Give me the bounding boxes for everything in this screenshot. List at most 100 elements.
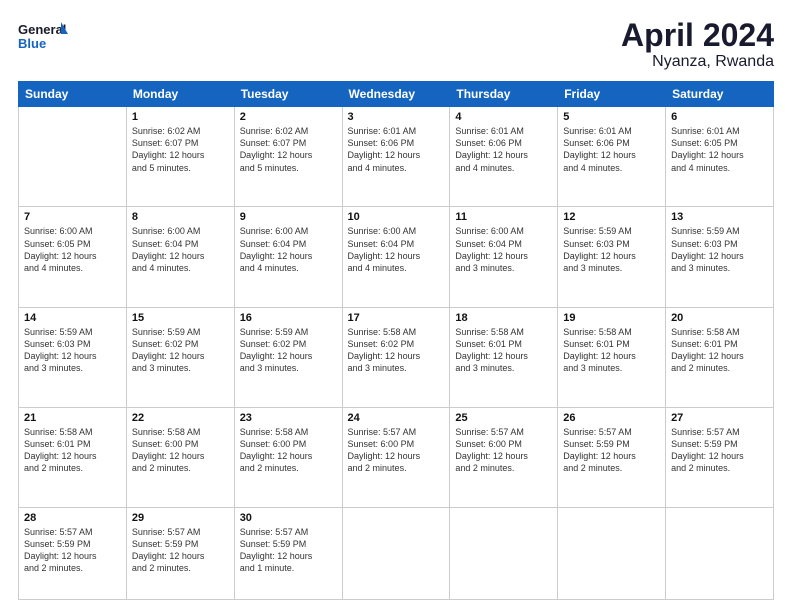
day-number: 9 xyxy=(240,211,337,223)
day-info: Sunrise: 5:58 AMSunset: 6:01 PMDaylight:… xyxy=(24,427,97,473)
table-row: 11 Sunrise: 6:00 AMSunset: 6:04 PMDayligh… xyxy=(450,207,558,307)
svg-text:General: General xyxy=(18,22,66,37)
table-row: 21 Sunrise: 5:58 AMSunset: 6:01 PMDayligh… xyxy=(19,407,127,507)
day-number: 30 xyxy=(240,512,337,524)
day-info: Sunrise: 5:59 AMSunset: 6:02 PMDaylight:… xyxy=(132,327,205,373)
day-number: 12 xyxy=(563,211,660,223)
table-row: 9 Sunrise: 6:00 AMSunset: 6:04 PMDaylight… xyxy=(234,207,342,307)
table-row: 17 Sunrise: 5:58 AMSunset: 6:02 PMDayligh… xyxy=(342,307,450,407)
table-row xyxy=(558,508,666,600)
table-row: 2 Sunrise: 6:02 AMSunset: 6:07 PMDaylight… xyxy=(234,107,342,207)
day-number: 13 xyxy=(671,211,768,223)
day-number: 14 xyxy=(24,312,121,324)
day-number: 10 xyxy=(348,211,445,223)
day-number: 24 xyxy=(348,412,445,424)
day-info: Sunrise: 6:01 AMSunset: 6:06 PMDaylight:… xyxy=(563,126,636,172)
day-info: Sunrise: 5:57 AMSunset: 5:59 PMDaylight:… xyxy=(24,527,97,573)
day-info: Sunrise: 6:01 AMSunset: 6:06 PMDaylight:… xyxy=(348,126,421,172)
day-info: Sunrise: 5:57 AMSunset: 5:59 PMDaylight:… xyxy=(563,427,636,473)
day-info: Sunrise: 5:58 AMSunset: 6:01 PMDaylight:… xyxy=(455,327,528,373)
table-row: 5 Sunrise: 6:01 AMSunset: 6:06 PMDaylight… xyxy=(558,107,666,207)
day-number: 5 xyxy=(563,111,660,123)
day-number: 27 xyxy=(671,412,768,424)
day-number: 16 xyxy=(240,312,337,324)
title-block: April 2024 Nyanza, Rwanda xyxy=(621,18,774,71)
table-row: 8Sunrise: 6:00 AMSunset: 6:04 PMDaylight… xyxy=(126,207,234,307)
col-sunday: Sunday xyxy=(19,82,127,107)
table-row: 7 Sunrise: 6:00 AMSunset: 6:05 PMDaylight… xyxy=(19,207,127,307)
table-row: 25 Sunrise: 5:57 AMSunset: 6:00 PMDayligh… xyxy=(450,407,558,507)
table-row: 22 Sunrise: 5:58 AMSunset: 6:00 PMDayligh… xyxy=(126,407,234,507)
day-number: 8 xyxy=(132,211,229,223)
day-info: Sunrise: 5:59 AMSunset: 6:03 PMDaylight:… xyxy=(563,226,636,272)
day-info: Sunrise: 6:00 AMSunset: 6:04 PMDaylight:… xyxy=(348,226,421,272)
day-info: Sunrise: 5:58 AMSunset: 6:01 PMDaylight:… xyxy=(563,327,636,373)
day-number: 3 xyxy=(348,111,445,123)
day-info: Sunrise: 6:02 AMSunset: 6:07 PMDaylight:… xyxy=(240,126,313,172)
day-info: Sunrise: 6:00 AMSunset: 6:04 PMDaylight:… xyxy=(240,226,313,272)
day-info: Sunrise: 5:58 AMSunset: 6:02 PMDaylight:… xyxy=(348,327,421,373)
generalblue-logo-icon: General Blue xyxy=(18,18,68,54)
table-row: 24 Sunrise: 5:57 AMSunset: 6:00 PMDayligh… xyxy=(342,407,450,507)
day-info: Sunrise: 5:59 AMSunset: 6:02 PMDaylight:… xyxy=(240,327,313,373)
day-info: Sunrise: 5:58 AMSunset: 6:00 PMDaylight:… xyxy=(240,427,313,473)
calendar-table: Sunday Monday Tuesday Wednesday Thursday… xyxy=(18,81,774,600)
table-row: 20 Sunrise: 5:58 AMSunset: 6:01 PMDayligh… xyxy=(666,307,774,407)
col-tuesday: Tuesday xyxy=(234,82,342,107)
day-number: 26 xyxy=(563,412,660,424)
table-row: 28 Sunrise: 5:57 AMSunset: 5:59 PMDayligh… xyxy=(19,508,127,600)
day-number: 28 xyxy=(24,512,121,524)
table-row: 6 Sunrise: 6:01 AMSunset: 6:05 PMDaylight… xyxy=(666,107,774,207)
table-row: 15 Sunrise: 5:59 AMSunset: 6:02 PMDayligh… xyxy=(126,307,234,407)
day-number: 25 xyxy=(455,412,552,424)
col-saturday: Saturday xyxy=(666,82,774,107)
day-info: Sunrise: 5:59 AMSunset: 6:03 PMDaylight:… xyxy=(24,327,97,373)
day-number: 19 xyxy=(563,312,660,324)
day-info: Sunrise: 5:58 AMSunset: 6:01 PMDaylight:… xyxy=(671,327,744,373)
logo: General Blue xyxy=(18,18,68,54)
calendar-subtitle: Nyanza, Rwanda xyxy=(621,53,774,71)
day-number: 7 xyxy=(24,211,121,223)
day-info: Sunrise: 5:59 AMSunset: 6:03 PMDaylight:… xyxy=(671,226,744,272)
calendar-header-row: Sunday Monday Tuesday Wednesday Thursday… xyxy=(19,82,774,107)
day-number: 6 xyxy=(671,111,768,123)
day-info: Sunrise: 6:01 AMSunset: 6:05 PMDaylight:… xyxy=(671,126,744,172)
day-number: 20 xyxy=(671,312,768,324)
day-number: 15 xyxy=(132,312,229,324)
table-row: 1Sunrise: 6:02 AMSunset: 6:07 PMDaylight… xyxy=(126,107,234,207)
day-number: 29 xyxy=(132,512,229,524)
day-info: Sunrise: 5:57 AMSunset: 5:59 PMDaylight:… xyxy=(240,527,313,573)
day-info: Sunrise: 6:01 AMSunset: 6:06 PMDaylight:… xyxy=(455,126,528,172)
col-friday: Friday xyxy=(558,82,666,107)
day-info: Sunrise: 5:57 AMSunset: 5:59 PMDaylight:… xyxy=(132,527,205,573)
day-number: 17 xyxy=(348,312,445,324)
table-row: 3 Sunrise: 6:01 AMSunset: 6:06 PMDaylight… xyxy=(342,107,450,207)
table-row: 19 Sunrise: 5:58 AMSunset: 6:01 PMDayligh… xyxy=(558,307,666,407)
day-number: 21 xyxy=(24,412,121,424)
day-info: Sunrise: 6:00 AMSunset: 6:05 PMDaylight:… xyxy=(24,226,97,272)
table-row: 18Sunrise: 5:58 AMSunset: 6:01 PMDayligh… xyxy=(450,307,558,407)
table-row xyxy=(666,508,774,600)
svg-text:Blue: Blue xyxy=(18,36,46,51)
col-wednesday: Wednesday xyxy=(342,82,450,107)
table-row: 12 Sunrise: 5:59 AMSunset: 6:03 PMDayligh… xyxy=(558,207,666,307)
table-row: 10 Sunrise: 6:00 AMSunset: 6:04 PMDayligh… xyxy=(342,207,450,307)
table-row: 13 Sunrise: 5:59 AMSunset: 6:03 PMDayligh… xyxy=(666,207,774,307)
table-row: 29 Sunrise: 5:57 AMSunset: 5:59 PMDayligh… xyxy=(126,508,234,600)
day-info: Sunrise: 6:00 AMSunset: 6:04 PMDaylight:… xyxy=(455,226,528,272)
day-info: Sunrise: 5:57 AMSunset: 6:00 PMDaylight:… xyxy=(455,427,528,473)
day-info: Sunrise: 5:57 AMSunset: 6:00 PMDaylight:… xyxy=(348,427,421,473)
day-number: 1 xyxy=(132,111,229,123)
table-row: 30 Sunrise: 5:57 AMSunset: 5:59 PMDayligh… xyxy=(234,508,342,600)
day-number: 11 xyxy=(455,211,552,223)
page: General Blue April 2024 Nyanza, Rwanda S… xyxy=(0,0,792,612)
day-info: Sunrise: 5:58 AMSunset: 6:00 PMDaylight:… xyxy=(132,427,205,473)
day-number: 2 xyxy=(240,111,337,123)
table-row xyxy=(450,508,558,600)
col-thursday: Thursday xyxy=(450,82,558,107)
table-row: 16 Sunrise: 5:59 AMSunset: 6:02 PMDayligh… xyxy=(234,307,342,407)
day-number: 22 xyxy=(132,412,229,424)
table-row: 27Sunrise: 5:57 AMSunset: 5:59 PMDayligh… xyxy=(666,407,774,507)
header: General Blue April 2024 Nyanza, Rwanda xyxy=(18,18,774,71)
day-number: 23 xyxy=(240,412,337,424)
